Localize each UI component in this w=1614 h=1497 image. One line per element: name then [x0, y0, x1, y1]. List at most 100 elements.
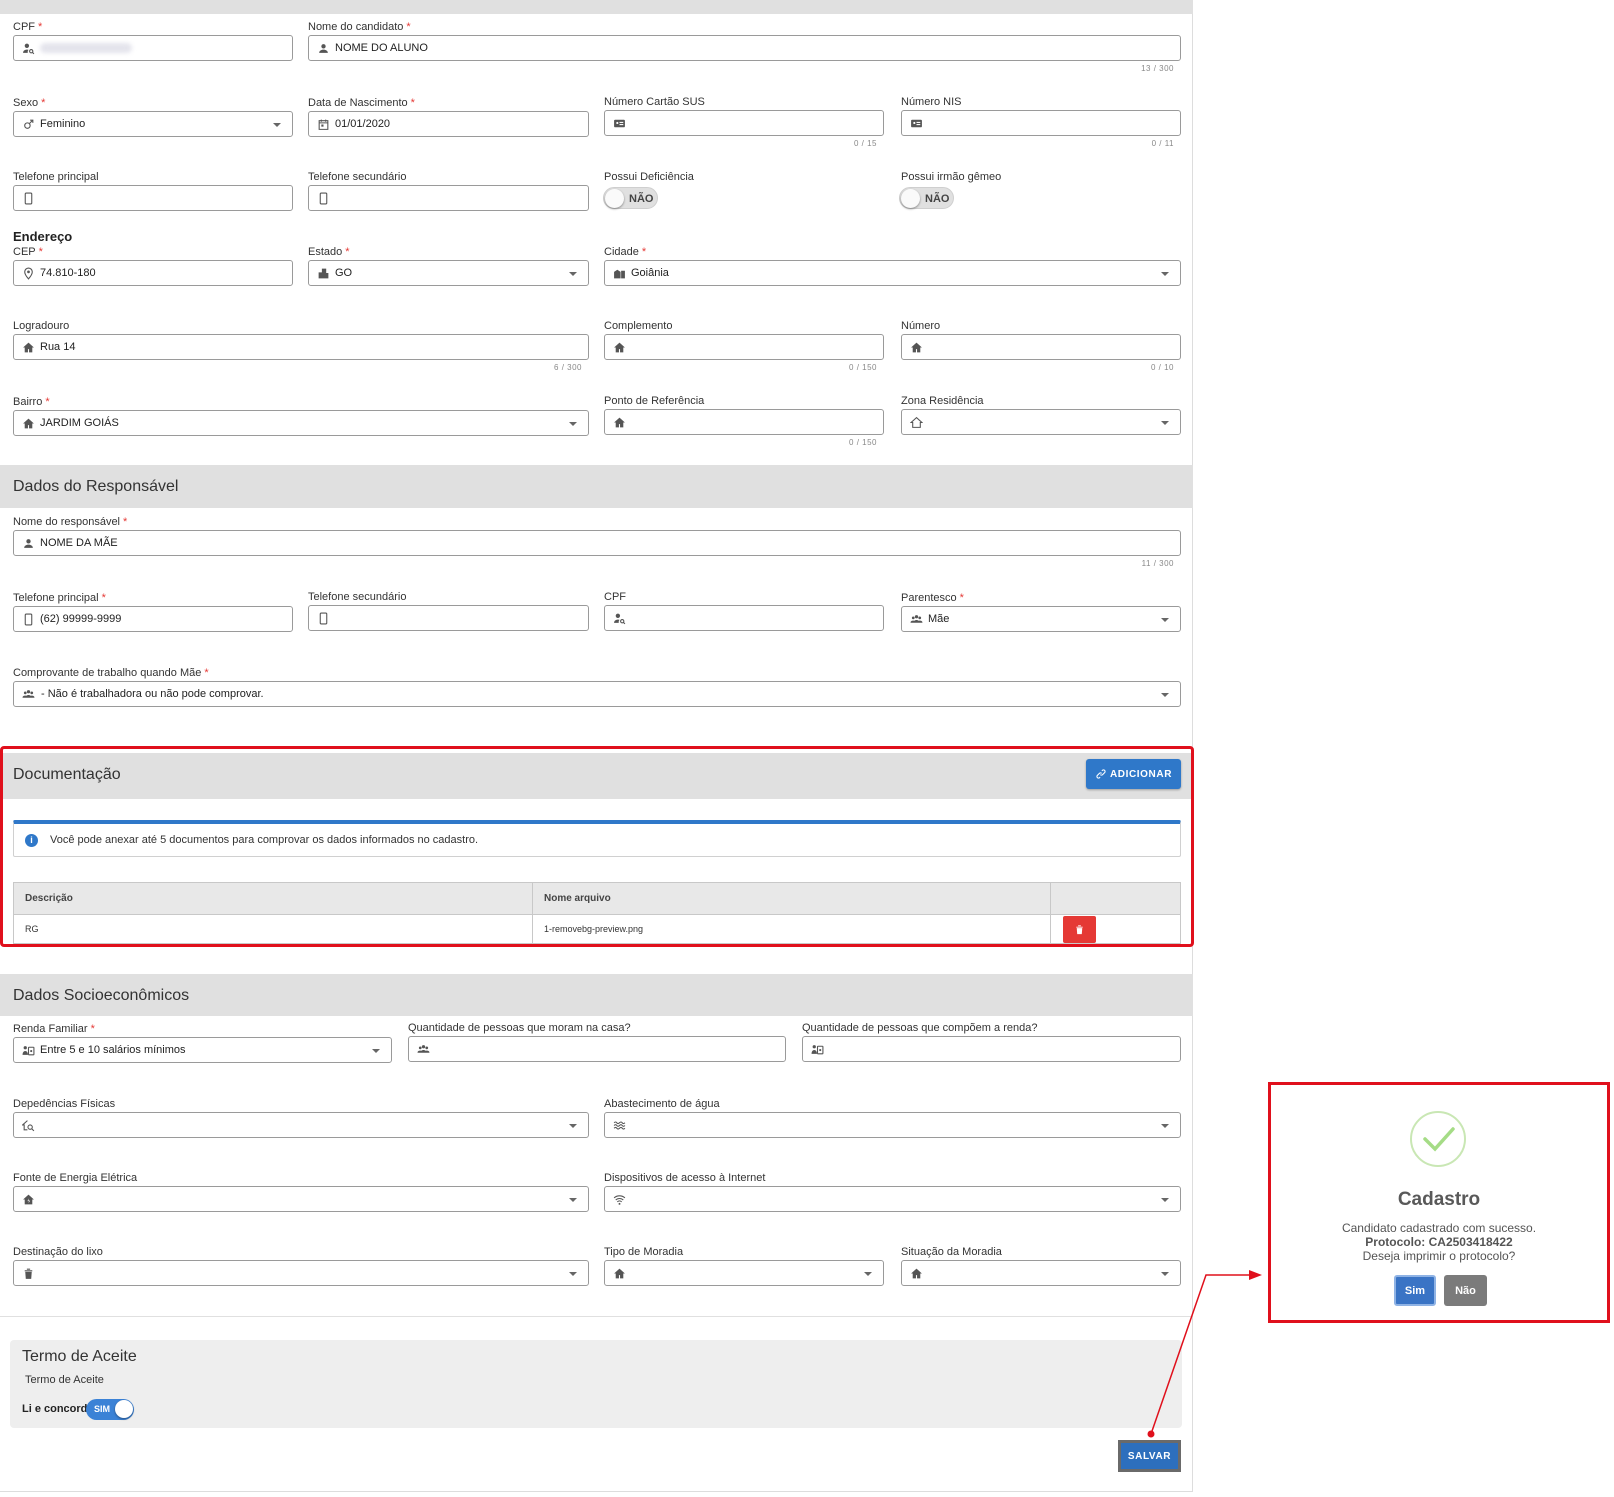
- logradouro-input[interactable]: Rua 14: [13, 334, 589, 360]
- no-button[interactable]: Não: [1444, 1275, 1487, 1306]
- trash-can-icon: [22, 1267, 35, 1280]
- numero-field[interactable]: Número 0 / 10: [901, 320, 1181, 372]
- candidate-name-field[interactable]: Nome do candidato * NOME DO ALUNO 13 / 30…: [308, 21, 1181, 73]
- resp-phone2-input[interactable]: [308, 605, 589, 631]
- energia-select[interactable]: [13, 1186, 589, 1212]
- moradia-field[interactable]: Tipo de Moradia: [604, 1246, 884, 1286]
- home-icon: [22, 417, 35, 430]
- comprovante-field[interactable]: Comprovante de trabalho quando Mãe * - Nã…: [13, 667, 1181, 707]
- resp-phone1-value: (62) 99999-9999: [40, 613, 122, 625]
- nis-label: Número NIS: [901, 96, 962, 108]
- cep-input[interactable]: 74.810-180: [13, 260, 293, 286]
- chevron-down-icon: [273, 123, 281, 127]
- situacao-select[interactable]: [901, 1260, 1181, 1286]
- qtd-casa-label: Quantidade de pessoas que moram na casa?: [408, 1022, 631, 1034]
- no-label: Não: [1455, 1284, 1476, 1297]
- person-search-icon: [22, 42, 35, 55]
- dependencias-select[interactable]: [13, 1112, 589, 1138]
- concordo-toggle[interactable]: SIM: [86, 1399, 134, 1420]
- sexo-select[interactable]: Feminino: [13, 111, 293, 137]
- phone2-input[interactable]: [308, 185, 589, 211]
- responsavel-name-input[interactable]: NOME DA MÃE: [13, 530, 1181, 556]
- sexo-field[interactable]: Sexo * Feminino: [13, 97, 293, 137]
- lixo-select[interactable]: [13, 1260, 589, 1286]
- responsavel-title: Dados do Responsável: [13, 478, 179, 495]
- renda-select[interactable]: Entre 5 e 10 salários mínimos: [13, 1037, 392, 1063]
- cidade-select[interactable]: Goiânia: [604, 260, 1181, 286]
- phone1-field[interactable]: Telefone principal: [13, 171, 293, 211]
- moradia-select[interactable]: [604, 1260, 884, 1286]
- cep-field[interactable]: CEP * 74.810-180: [13, 246, 293, 286]
- moradia-label: Tipo de Moradia: [604, 1246, 684, 1258]
- phone2-field[interactable]: Telefone secundário: [308, 171, 589, 211]
- candidate-name-input[interactable]: NOME DO ALUNO: [308, 35, 1181, 61]
- chevron-down-icon: [569, 1124, 577, 1128]
- gemeo-toggle[interactable]: NÃO: [899, 187, 954, 209]
- agua-select[interactable]: [604, 1112, 1181, 1138]
- wifi-icon: [613, 1193, 626, 1206]
- resp-cpf-label: CPF: [604, 591, 626, 603]
- nis-field[interactable]: Número NIS 0 / 11: [901, 96, 1181, 148]
- birthdate-label: Data de Nascimento: [308, 97, 408, 109]
- cidade-field[interactable]: Cidade * Goiânia: [604, 246, 1181, 286]
- renda-value: Entre 5 e 10 salários mínimos: [40, 1044, 186, 1056]
- complemento-input[interactable]: [604, 334, 884, 360]
- energia-field[interactable]: Fonte de Energia Elétrica: [13, 1172, 589, 1212]
- complemento-field[interactable]: Complemento 0 / 150: [604, 320, 884, 372]
- birthdate-input[interactable]: 01/01/2020: [308, 111, 589, 137]
- save-button[interactable]: SALVAR: [1118, 1440, 1181, 1472]
- cpf-field[interactable]: CPF *: [13, 21, 293, 61]
- responsavel-name-field[interactable]: Nome do responsável * NOME DA MÃE 11 / 30…: [13, 516, 1181, 568]
- bairro-field[interactable]: Bairro * JARDIM GOIÁS: [13, 396, 589, 436]
- dialog-protocolo: Protocolo: CA2503418422: [1365, 1235, 1513, 1249]
- nis-input[interactable]: [901, 110, 1181, 136]
- char-counter: 0 / 15: [853, 139, 877, 148]
- comprovante-select[interactable]: - Não é trabalhadora ou não pode comprov…: [13, 681, 1181, 707]
- char-counter: 0 / 10: [1150, 363, 1174, 372]
- people-group-icon: [22, 688, 35, 701]
- sus-input[interactable]: [604, 110, 884, 136]
- deficiencia-toggle[interactable]: NÃO: [603, 187, 658, 209]
- parentesco-value: Mãe: [928, 613, 950, 625]
- internet-field[interactable]: Dispositivos de acesso à Internet: [604, 1172, 1181, 1212]
- termo-title: Termo de Aceite: [22, 1348, 137, 1365]
- sexo-value: Feminino: [40, 118, 86, 130]
- parentesco-select[interactable]: Mãe: [901, 606, 1181, 632]
- qtd-renda-field[interactable]: Quantidade de pessoas que compõem a rend…: [802, 1022, 1181, 1062]
- resp-cpf-field[interactable]: CPF: [604, 591, 884, 631]
- qtd-casa-field[interactable]: Quantidade de pessoas que moram na casa?: [408, 1022, 786, 1062]
- qtd-casa-input[interactable]: [408, 1036, 786, 1062]
- sus-field[interactable]: Número Cartão SUS 0 / 15: [604, 96, 884, 148]
- cpf-input[interactable]: [13, 35, 293, 61]
- zona-select[interactable]: [901, 409, 1181, 435]
- estado-field[interactable]: Estado * GO: [308, 246, 589, 286]
- referencia-input[interactable]: [604, 409, 884, 435]
- internet-select[interactable]: [604, 1186, 1181, 1212]
- resp-phone2-field[interactable]: Telefone secundário: [308, 591, 589, 631]
- sus-label: Número Cartão SUS: [604, 96, 705, 108]
- blurred-cpf: [40, 43, 132, 53]
- dependencias-field[interactable]: Depedências Físicas: [13, 1098, 589, 1138]
- char-counter: 6 / 300: [554, 363, 582, 372]
- chevron-down-icon: [569, 1272, 577, 1276]
- resp-cpf-input[interactable]: [604, 605, 884, 631]
- yes-button[interactable]: Sim: [1394, 1275, 1436, 1306]
- phone1-input[interactable]: [13, 185, 293, 211]
- char-counter: 0 / 150: [849, 438, 877, 447]
- lixo-field[interactable]: Destinação do lixo: [13, 1246, 589, 1286]
- agua-field[interactable]: Abastecimento de água: [604, 1098, 1181, 1138]
- toggle-label: SIM: [94, 1404, 111, 1414]
- resp-phone1-field[interactable]: Telefone principal * (62) 99999-9999: [13, 592, 293, 632]
- renda-field[interactable]: Renda Familiar * Entre 5 e 10 salários mí…: [13, 1023, 392, 1063]
- estado-select[interactable]: GO: [308, 260, 589, 286]
- referencia-field[interactable]: Ponto de Referência 0 / 150: [604, 395, 884, 447]
- qtd-renda-input[interactable]: [802, 1036, 1181, 1062]
- parentesco-field[interactable]: Parentesco * Mãe: [901, 592, 1181, 632]
- zona-field[interactable]: Zona Residência: [901, 395, 1181, 435]
- birthdate-field[interactable]: Data de Nascimento * 01/01/2020: [308, 97, 589, 137]
- logradouro-field[interactable]: Logradouro Rua 14 6 / 300: [13, 320, 589, 372]
- resp-phone1-input[interactable]: (62) 99999-9999: [13, 606, 293, 632]
- bairro-select[interactable]: JARDIM GOIÁS: [13, 410, 589, 436]
- numero-input[interactable]: [901, 334, 1181, 360]
- situacao-field[interactable]: Situação da Moradia: [901, 1246, 1181, 1286]
